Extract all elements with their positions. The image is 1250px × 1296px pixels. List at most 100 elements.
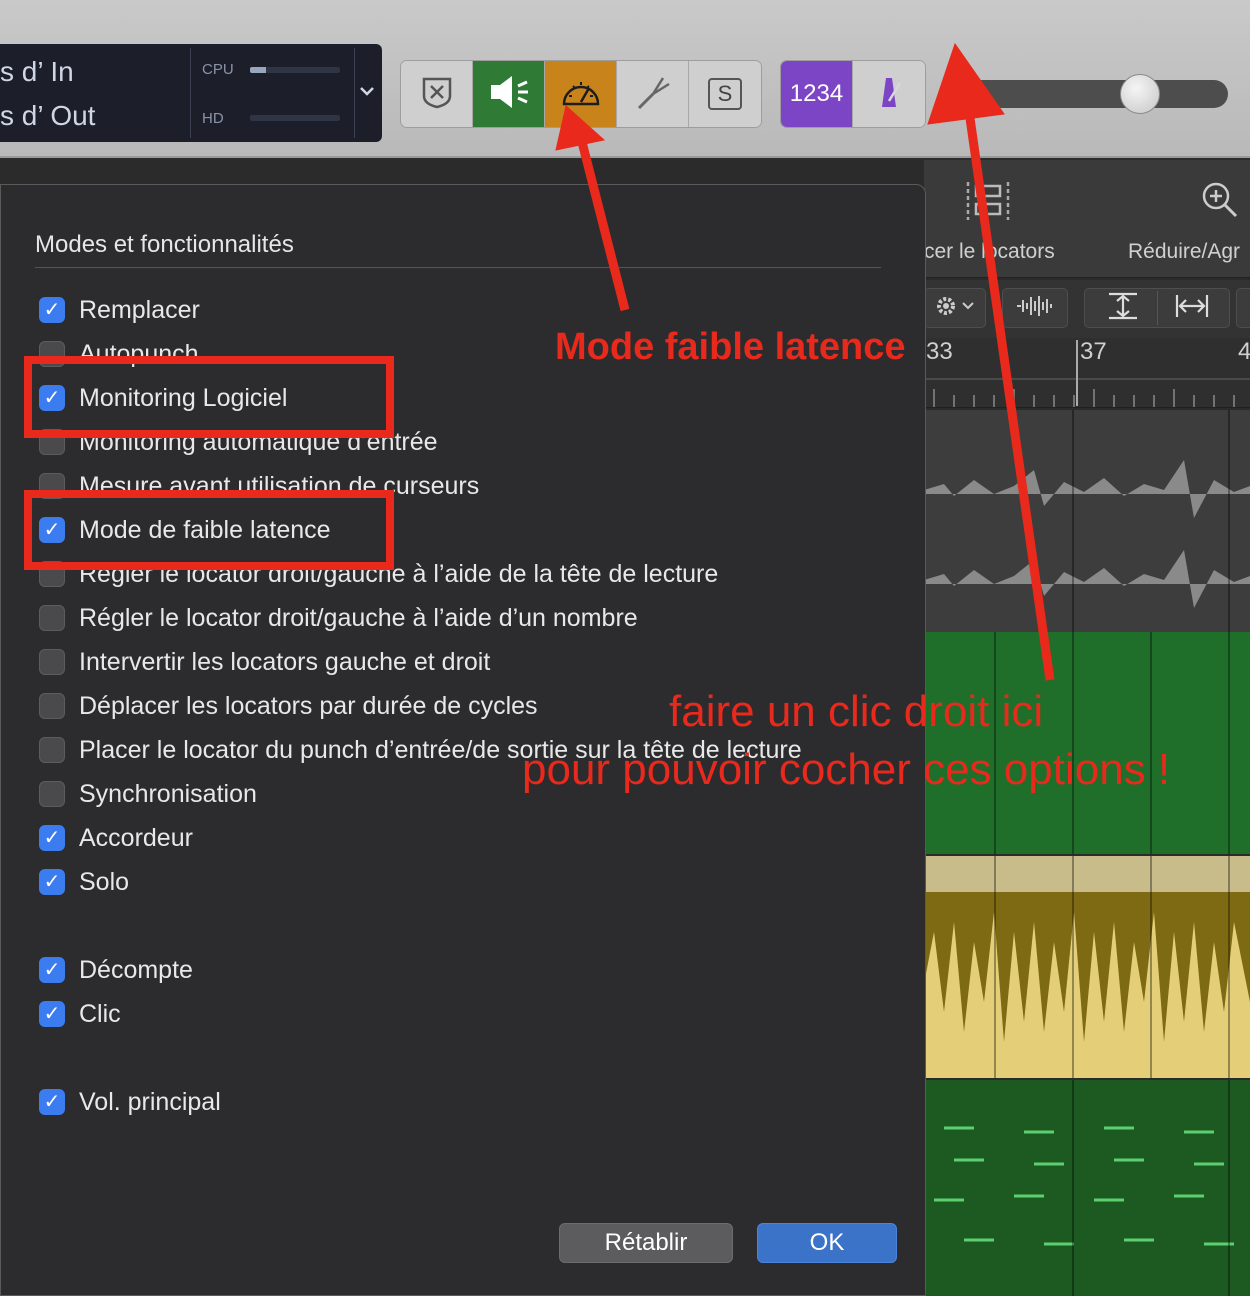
checkbox[interactable] bbox=[39, 737, 65, 763]
region-divider bbox=[1228, 410, 1230, 632]
highlight-monitoring bbox=[24, 356, 394, 438]
count-in-button[interactable]: 1234 bbox=[781, 61, 853, 127]
checkbox[interactable]: ✓ bbox=[39, 1089, 65, 1115]
ruler-mark: 37 bbox=[1080, 338, 1107, 365]
option-label: Vol. principal bbox=[79, 1087, 221, 1116]
vertical-zoom-icon[interactable] bbox=[1103, 291, 1143, 326]
set-locators-label[interactable]: cer le locators bbox=[924, 240, 1055, 264]
cpu-meter bbox=[250, 67, 340, 73]
cpu-label: CPU bbox=[202, 61, 234, 78]
solo-icon: S bbox=[708, 78, 742, 110]
ruler-ticks bbox=[924, 378, 1250, 407]
option-row[interactable]: ✓ Décompte bbox=[39, 955, 193, 985]
track-controls-bar bbox=[924, 280, 1250, 338]
gear-menu-button[interactable] bbox=[924, 288, 986, 328]
option-row[interactable]: ✓ Vol. principal bbox=[39, 1087, 221, 1117]
arrange-toolbar: cer le locators Réduire/Agr bbox=[924, 160, 1250, 278]
option-label: Accordeur bbox=[79, 823, 193, 852]
control-bar: s d’ In s d’ Out CPU HD S 1234 bbox=[0, 0, 1250, 158]
ok-button[interactable]: OK bbox=[757, 1223, 897, 1263]
option-label: Remplacer bbox=[79, 295, 200, 324]
gauge-icon bbox=[560, 74, 602, 115]
option-row[interactable]: Synchronisation bbox=[39, 779, 257, 809]
more-button[interactable] bbox=[1236, 288, 1250, 328]
option-row[interactable]: ✓ Remplacer bbox=[39, 295, 200, 325]
option-row[interactable]: ✓ Accordeur bbox=[39, 823, 193, 853]
zoom-divider bbox=[1156, 291, 1158, 325]
option-label: Régler le locator droit/gauche à l’aide … bbox=[79, 603, 638, 632]
option-row[interactable]: Intervertir les locators gauche et droit bbox=[39, 647, 490, 677]
checkbox[interactable]: ✓ bbox=[39, 1001, 65, 1027]
option-row[interactable]: ✓ Clic bbox=[39, 999, 121, 1029]
lcd-divider bbox=[354, 48, 355, 138]
set-locators-icon[interactable] bbox=[964, 180, 1012, 227]
region-divider bbox=[1228, 1080, 1230, 1296]
checkbox[interactable]: ✓ bbox=[39, 869, 65, 895]
replace-icon bbox=[419, 74, 455, 115]
software-monitoring-button[interactable] bbox=[473, 61, 545, 127]
annotation-right-click-2: pour pouvoir cocher ces options ! bbox=[522, 745, 1171, 794]
checkbox[interactable]: ✓ bbox=[39, 957, 65, 983]
solo-button[interactable]: S bbox=[689, 61, 761, 127]
option-row[interactable]: ✓ Solo bbox=[39, 867, 129, 897]
metronome-button[interactable] bbox=[853, 61, 925, 127]
bar-ruler[interactable]: 33 37 4 bbox=[924, 338, 1250, 408]
vertical-horizontal-zoom[interactable] bbox=[1084, 288, 1230, 328]
option-row[interactable]: Régler le locator droit/gauche à l’aide … bbox=[39, 603, 638, 633]
region-divider bbox=[994, 632, 996, 854]
region-divider bbox=[1228, 632, 1230, 854]
region-divider bbox=[1228, 856, 1230, 1078]
chevron-down-icon[interactable] bbox=[358, 80, 376, 106]
region-divider bbox=[1150, 632, 1152, 854]
checkbox[interactable] bbox=[39, 693, 65, 719]
option-label: Déplacer les locators par durée de cycle… bbox=[79, 691, 538, 720]
ruler-mark: 33 bbox=[926, 338, 953, 365]
midi-drum-track[interactable] bbox=[924, 1080, 1250, 1296]
hd-meter bbox=[250, 115, 340, 121]
lcd-input-label: s d’ In bbox=[0, 56, 74, 87]
region-divider bbox=[1150, 856, 1152, 1078]
lcd-divider bbox=[190, 48, 191, 138]
region-divider bbox=[1072, 856, 1074, 1078]
mode-buttons-group[interactable]: S bbox=[400, 60, 762, 128]
annotation-right-click-1: faire un clic droit ici bbox=[669, 687, 1044, 736]
replace-button[interactable] bbox=[401, 61, 473, 127]
horizontal-zoom-icon[interactable] bbox=[1172, 291, 1212, 326]
divider bbox=[35, 267, 881, 268]
checkbox[interactable] bbox=[39, 649, 65, 675]
option-label: Intervertir les locators gauche et droit bbox=[79, 647, 491, 676]
option-label: Synchronisation bbox=[79, 779, 257, 808]
master-volume-knob[interactable] bbox=[1120, 74, 1160, 114]
annotation-low-latency: Mode faible latence bbox=[555, 326, 906, 368]
speaker-icon bbox=[487, 72, 531, 117]
cpu-meter-fill bbox=[250, 67, 267, 73]
section-title: Modes et fonctionnalités bbox=[35, 231, 294, 258]
zoom-label[interactable]: Réduire/Agr bbox=[1128, 240, 1240, 264]
audio-region-track[interactable] bbox=[924, 410, 1250, 632]
option-row[interactable]: Déplacer les locators par durée de cycle… bbox=[39, 691, 538, 721]
master-volume-track[interactable] bbox=[960, 80, 1228, 108]
reset-button[interactable]: Rétablir bbox=[559, 1223, 733, 1263]
ruler-bar-line bbox=[1076, 340, 1078, 406]
highlight-low-latency bbox=[24, 490, 394, 570]
option-label: Décompte bbox=[79, 955, 193, 984]
gear-icon bbox=[933, 293, 977, 324]
hd-label: HD bbox=[202, 110, 224, 127]
zoom-icon[interactable] bbox=[1200, 180, 1240, 225]
checkbox[interactable] bbox=[39, 605, 65, 631]
lcd-output-label: s d’ Out bbox=[0, 100, 96, 131]
midi-region-track[interactable] bbox=[924, 632, 1250, 854]
metronome-icon bbox=[872, 75, 906, 114]
audio-region-track-yellow[interactable] bbox=[924, 856, 1250, 1078]
region-header bbox=[924, 856, 1250, 892]
low-latency-button[interactable] bbox=[545, 61, 617, 127]
checkbox[interactable]: ✓ bbox=[39, 297, 65, 323]
region-divider bbox=[1072, 1080, 1074, 1296]
option-label: Solo bbox=[79, 867, 130, 896]
count-in-group[interactable]: 1234 bbox=[780, 60, 926, 128]
waveform-zoom-button[interactable] bbox=[1002, 288, 1068, 328]
tuner-button[interactable] bbox=[617, 61, 689, 127]
checkbox[interactable]: ✓ bbox=[39, 825, 65, 851]
checkbox[interactable] bbox=[39, 781, 65, 807]
lcd-display[interactable]: s d’ In s d’ Out CPU HD bbox=[0, 44, 382, 142]
